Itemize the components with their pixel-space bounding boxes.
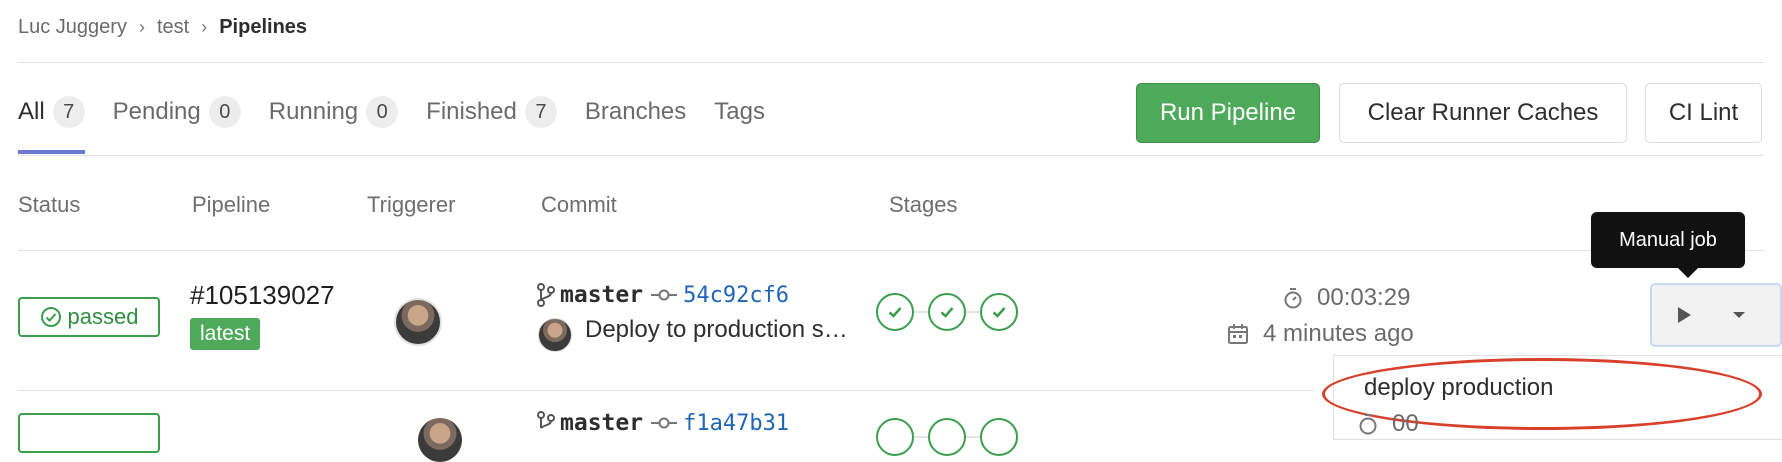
duration-text: 00:03:29 — [1317, 284, 1411, 311]
pipeline-duration: 00 — [1358, 410, 1419, 438]
header-triggerer: Triggerer — [367, 192, 456, 217]
tab-tags[interactable]: Tags — [714, 70, 765, 154]
dropdown-item-deploy-production[interactable]: deploy production — [1364, 374, 1553, 402]
ci-lint-button[interactable]: CI Lint — [1645, 83, 1762, 143]
run-pipeline-button[interactable]: Run Pipeline — [1136, 83, 1320, 143]
tab-finished[interactable]: Finished 7 — [426, 70, 557, 154]
stages-graph — [876, 293, 1018, 331]
pipeline-finished-time: 4 minutes ago — [1227, 320, 1414, 348]
commit-sha-link[interactable]: f1a47b31 — [683, 411, 789, 436]
stage-connector — [914, 436, 928, 438]
tab-label: Running — [268, 98, 359, 125]
tab-count-badge: 7 — [524, 96, 557, 128]
tab-label: All — [18, 98, 45, 125]
tab-label: Tags — [714, 98, 765, 125]
tab-label: Finished — [426, 98, 517, 125]
tab-count-badge: 0 — [366, 96, 399, 128]
commit-ref: master f1a47b31 — [536, 410, 789, 436]
header-commit: Commit — [541, 192, 617, 217]
manual-job-tooltip: Manual job — [1591, 212, 1745, 278]
header-status: Status — [18, 192, 81, 217]
timer-icon — [1284, 288, 1302, 309]
tab-all[interactable]: All 7 — [18, 70, 85, 154]
latest-badge: latest — [190, 318, 261, 350]
status-label: passed — [67, 304, 139, 329]
commit-icon — [651, 417, 678, 429]
header-stages: Stages — [889, 192, 958, 217]
commit-title-link[interactable]: Deploy to production s… — [585, 316, 848, 344]
stage-passed-button[interactable] — [928, 418, 966, 456]
branch-icon — [537, 411, 555, 429]
commit-ref: master 54c92cf6 — [536, 282, 789, 308]
breadcrumb-current[interactable]: Pipelines — [219, 16, 307, 39]
breadcrumb-separator: › — [201, 17, 208, 37]
breadcrumb: Luc Juggery › test › Pipelines — [18, 16, 307, 39]
stage-connector — [914, 311, 928, 313]
check-icon — [940, 307, 954, 318]
stage-passed-button[interactable] — [876, 293, 914, 331]
manual-job-actions — [1650, 283, 1782, 347]
triggerer-avatar[interactable] — [418, 418, 462, 462]
timer-icon — [1359, 414, 1377, 435]
header-pipeline: Pipeline — [192, 192, 271, 217]
branch-icon — [537, 283, 555, 307]
stages-graph — [876, 418, 1018, 456]
tab-label: Branches — [584, 98, 687, 125]
manual-actions-dropdown-toggle[interactable] — [1716, 285, 1762, 345]
stage-passed-button[interactable] — [928, 293, 966, 331]
check-circle-icon — [40, 307, 61, 327]
tab-branches[interactable]: Branches — [585, 70, 686, 154]
pipeline-tabs: All 7 Pending 0 Running 0 Finished 7 Bra… — [18, 70, 793, 154]
caret-down-icon — [1733, 312, 1745, 318]
triggerer-avatar[interactable] — [394, 298, 442, 346]
calendar-icon — [1228, 324, 1248, 344]
pipeline-duration: 00:03:29 — [1283, 284, 1410, 312]
status-badge[interactable] — [18, 413, 160, 453]
status-badge[interactable]: passed — [18, 297, 160, 337]
stage-passed-button[interactable] — [980, 293, 1018, 331]
commit-author-avatar[interactable] — [538, 318, 572, 352]
commit-sha-link[interactable]: 54c92cf6 — [683, 283, 789, 308]
branch-name-link[interactable]: master — [560, 282, 643, 308]
tab-count-badge: 7 — [52, 96, 85, 128]
tab-label: Pending — [112, 98, 201, 125]
clear-runner-caches-button[interactable]: Clear Runner Caches — [1339, 83, 1627, 143]
tab-running[interactable]: Running 0 — [268, 70, 399, 154]
branch-name-link[interactable]: master — [560, 410, 643, 436]
divider — [18, 390, 1314, 391]
commit-icon — [651, 289, 678, 301]
divider — [18, 62, 1764, 63]
breadcrumb-user[interactable]: Luc Juggery — [18, 16, 127, 39]
finished-text: 4 minutes ago — [1263, 320, 1414, 347]
stage-passed-button[interactable] — [876, 418, 914, 456]
divider — [18, 250, 1764, 251]
tab-pending[interactable]: Pending 0 — [113, 70, 241, 154]
stage-connector — [966, 436, 980, 438]
breadcrumb-separator: › — [138, 17, 145, 37]
stage-passed-button[interactable] — [980, 418, 1018, 456]
check-icon — [888, 307, 902, 318]
check-icon — [992, 307, 1006, 318]
stage-connector — [966, 311, 980, 313]
duration-text: 00 — [1392, 410, 1419, 437]
play-button[interactable] — [1652, 285, 1716, 345]
pipeline-id-link[interactable]: #105139027 — [190, 280, 335, 311]
play-icon — [1678, 307, 1691, 323]
breadcrumb-project[interactable]: test — [157, 16, 189, 39]
divider — [18, 155, 1764, 156]
tab-count-badge: 0 — [208, 96, 241, 128]
